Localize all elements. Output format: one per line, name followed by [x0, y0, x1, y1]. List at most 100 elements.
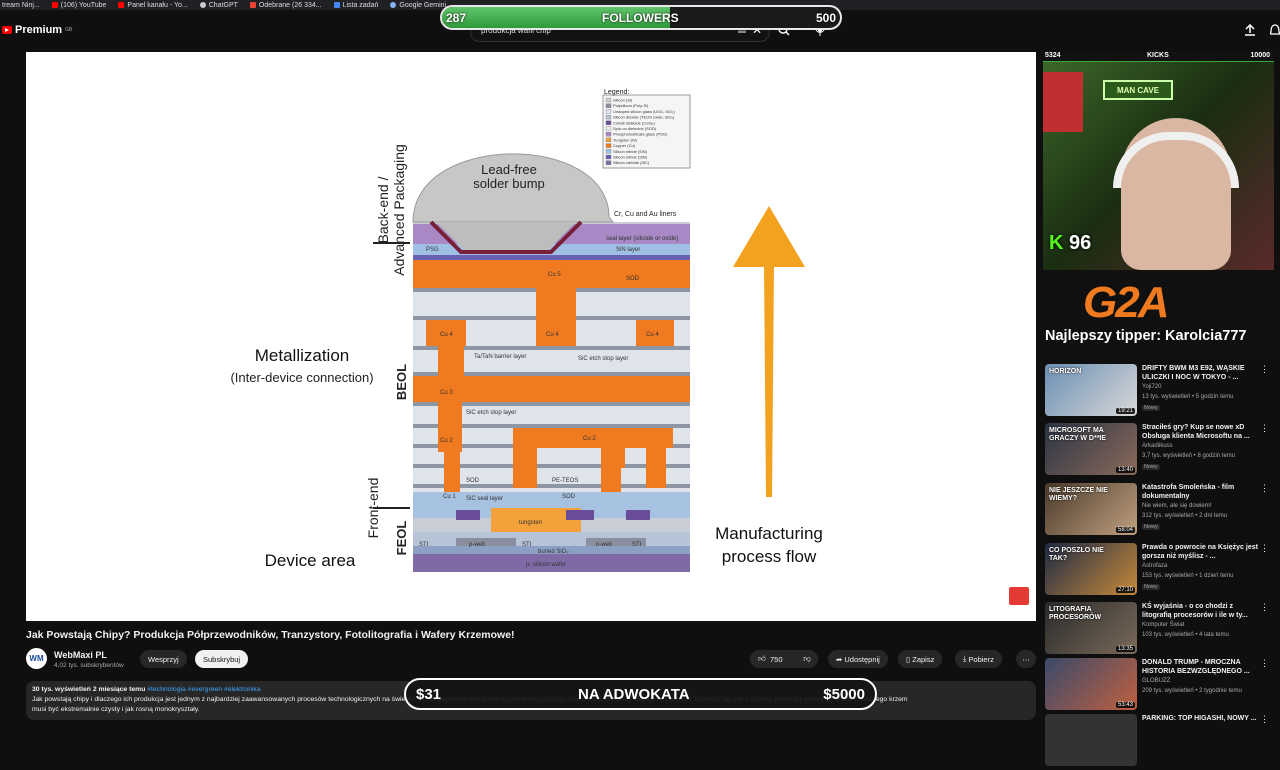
- sod-label: SOD: [466, 478, 480, 484]
- gmail-icon: [249, 2, 256, 8]
- recommended-video[interactable]: MICROSOFT MA GRACZY W D**IE 13:40 Straci…: [1045, 423, 1277, 479]
- more-actions-button[interactable]: ⋯: [1016, 650, 1036, 668]
- channel-avatar[interactable]: WM: [26, 648, 47, 669]
- more-options-icon[interactable]: ⋮: [1260, 658, 1269, 669]
- save-button[interactable]: ▯ Zapisz: [898, 650, 943, 668]
- followers-current: 287: [446, 11, 467, 25]
- video-title: Jak Powstają Chipy? Produkcja Półprzewod…: [26, 629, 515, 641]
- bookmark-item[interactable]: (106) YouTube: [51, 2, 106, 9]
- channel-name[interactable]: WebMaxi PL: [54, 650, 107, 660]
- wafer-label: p- silicon wafer: [526, 562, 566, 568]
- legend-item: Silicon carbide (SiC): [613, 160, 650, 165]
- legend-item: Tungsten (W): [613, 137, 638, 142]
- video-player[interactable]: Back-end /Advanced Packaging BEOL Front-…: [26, 52, 1036, 621]
- video-title: Prawda o powrocie na Księżyc jest gorsza…: [1142, 544, 1258, 560]
- video-thumbnail[interactable]: HORIZON 19:21: [1045, 364, 1137, 416]
- streamer-webcam: 5324 KICKS 10000 MAN CAVE K 96: [1043, 52, 1274, 270]
- video-thumbnail[interactable]: [1045, 714, 1137, 766]
- process-flow-arrow: [733, 206, 805, 497]
- channel-name[interactable]: Arkadiikuss: [1142, 443, 1173, 449]
- thumbnail-text: HORIZON: [1049, 368, 1082, 375]
- logo-text: Premium: [15, 24, 63, 36]
- notifications-icon[interactable]: [1270, 24, 1280, 36]
- more-options-icon[interactable]: ⋮: [1260, 602, 1269, 613]
- more-options-icon[interactable]: ⋮: [1260, 483, 1269, 494]
- bookmark-item[interactable]: Odebrane (26 334...: [249, 2, 322, 9]
- sti-label: STI: [419, 542, 429, 548]
- cu4-label: Cu 4: [546, 332, 559, 338]
- thumbs-down-icon: 👎︎: [803, 654, 811, 663]
- more-options-icon[interactable]: ⋮: [1260, 423, 1269, 434]
- upload-icon[interactable]: [1244, 24, 1256, 36]
- followers-label: FOLLOWERS: [602, 11, 679, 25]
- more-options-icon[interactable]: ⋮: [1260, 543, 1269, 554]
- beol-label: BEOL: [394, 364, 409, 400]
- channel-name[interactable]: Yoji720: [1142, 384, 1161, 390]
- liners-label: Cr, Cu and Au liners: [614, 211, 677, 218]
- kick-count: 96: [1069, 232, 1092, 254]
- video-duration: 53:43: [1115, 702, 1135, 708]
- legend-swatch: [605, 137, 612, 143]
- legend-title: Legend:: [604, 89, 629, 96]
- channel-name[interactable]: Komputer Świat: [1142, 622, 1184, 628]
- video-duration: 13:35: [1115, 646, 1135, 652]
- channel-name[interactable]: Astrofaza: [1142, 563, 1167, 569]
- dislike-button[interactable]: 👎︎: [796, 650, 818, 668]
- legend-swatch: [605, 120, 612, 125]
- subscribe-button[interactable]: Subskrybuj: [195, 650, 249, 668]
- legend-item: Copper (Cu): [613, 143, 636, 148]
- recommended-video[interactable]: PARKING: TOP HIGASHI, NOWY ... ⋮: [1045, 714, 1277, 770]
- bookmark-item[interactable]: ChatGPT: [199, 2, 238, 9]
- video-thumbnail[interactable]: MICROSOFT MA GRACZY W D**IE 13:40: [1045, 423, 1137, 475]
- sin-layer-label: SiN layer: [616, 247, 640, 253]
- tipper-panel: G2A Najlepszy tipper: Karolcia777: [1043, 270, 1274, 358]
- video-thumbnail[interactable]: NIE JESZCZE NIE WIEMY? 58:04: [1045, 483, 1137, 535]
- video-thumbnail[interactable]: LITOGRAFIA PROCESORÓW 13:35: [1045, 602, 1137, 654]
- donation-goal: $5000: [823, 686, 865, 703]
- channel-name[interactable]: Nie wiem, ale się dowiem!: [1142, 503, 1211, 509]
- download-button[interactable]: ⤓ Pobierz: [955, 650, 1002, 668]
- subscriber-count: 4,02 tys. subskrybentów: [54, 662, 124, 669]
- share-button[interactable]: ➦ Udostępnij: [828, 650, 888, 668]
- hashtags[interactable]: #technologia #evergreen #elektronika: [147, 686, 260, 693]
- youtube-logo[interactable]: Premium GB: [2, 24, 72, 36]
- bookmark-item[interactable]: Google Gemini: [390, 2, 446, 9]
- legend-item: Silicon nitride (SiN): [613, 155, 648, 160]
- bookmark-icon: ▯: [906, 654, 911, 664]
- metallization-title: Metallization: [255, 346, 350, 365]
- recommended-video[interactable]: NIE JESZCZE NIE WIEMY? 58:04 Katastrofa …: [1045, 483, 1277, 539]
- channel-watermark-icon[interactable]: [1008, 586, 1030, 606]
- like-count: 750: [770, 654, 783, 664]
- process-flow-label: process flow: [722, 547, 817, 566]
- legend-item: Polysilicon (Poly-Si): [613, 103, 649, 108]
- video-thumbnail[interactable]: 53:43: [1045, 658, 1137, 710]
- cu1-label: Cu 1: [443, 494, 456, 500]
- recommended-video[interactable]: HORIZON 19:21 DRIFTY BWM M3 E92, WĄSKIE …: [1045, 364, 1277, 420]
- marvel-poster: [1043, 72, 1083, 132]
- save-label: Zapisz: [912, 654, 935, 664]
- video-meta: 312 tys. wyświetleń • 2 dni temu: [1142, 513, 1228, 519]
- legend-item: Silicon (Si): [613, 98, 633, 103]
- legend-swatch: [605, 126, 612, 131]
- followers-goal: 500: [815, 11, 836, 25]
- recommended-video[interactable]: LITOGRAFIA PROCESORÓW 13:35 KŚ wyjaśnia …: [1045, 602, 1277, 658]
- legend-item: Undoped silicon glass (USG, SiO₂): [613, 109, 675, 114]
- recommended-video[interactable]: CO POSZŁO NIE TAK? 27:10 Prawda o powroc…: [1045, 543, 1277, 599]
- video-duration: 19:21: [1115, 408, 1135, 414]
- new-badge: Nowy: [1142, 584, 1160, 590]
- cu2-label: Cu 2: [440, 438, 453, 444]
- barrier-layer-label: Ta/TaN barrier layer: [474, 354, 526, 360]
- new-badge: Nowy: [1142, 464, 1160, 470]
- tasks-icon: [333, 2, 340, 8]
- more-options-icon[interactable]: ⋮: [1260, 364, 1269, 375]
- sti-label: STI: [632, 542, 642, 548]
- support-button[interactable]: Wesprzyj: [140, 650, 187, 668]
- bump-label: Lead-free solder bump: [473, 162, 545, 191]
- bookmark-item[interactable]: tream Ninj...: [2, 2, 40, 9]
- channel-name[interactable]: GLOBUZZ: [1142, 678, 1170, 684]
- recommended-video[interactable]: 53:43 DONALD TRUMP - MROCZNA HISTORIA BE…: [1045, 658, 1277, 714]
- bookmark-item[interactable]: Panel kanału - Yo...: [118, 2, 188, 9]
- video-thumbnail[interactable]: CO POSZŁO NIE TAK? 27:10: [1045, 543, 1137, 595]
- video-title: Straciłeś gry? Kup se nowe xD Obsługa kl…: [1142, 424, 1250, 440]
- bookmark-item[interactable]: Lista zadań: [333, 2, 378, 9]
